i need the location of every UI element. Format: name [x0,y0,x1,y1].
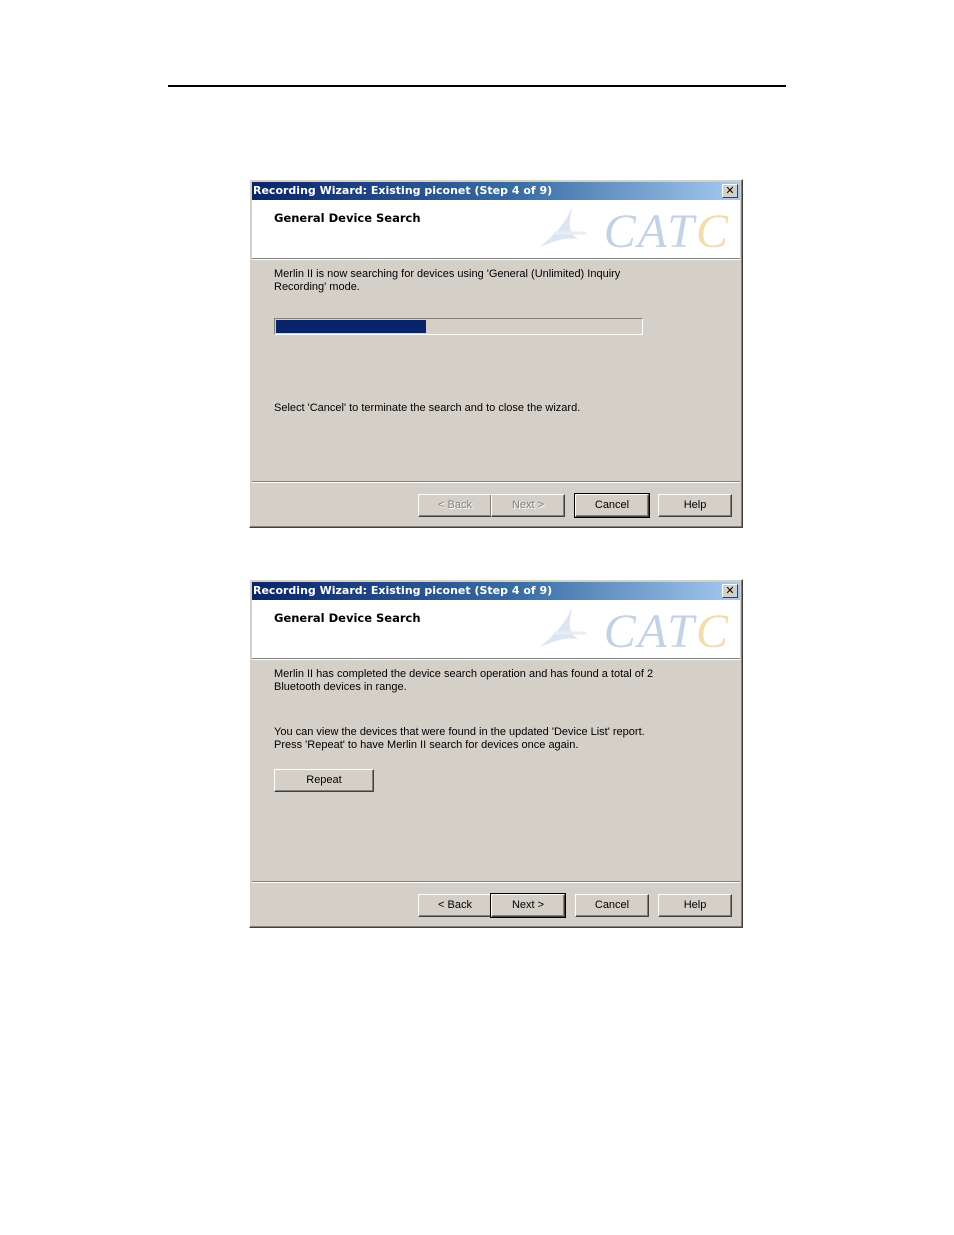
logo-wordmark: CATC [603,605,730,658]
search-progress-fill [276,320,426,333]
cancel-instruction-text: Select 'Cancel' to terminate the search … [274,402,581,414]
dialog-titlebar[interactable]: Recording Wizard: Existing piconet (Step… [252,582,740,600]
wizard-step-title: General Device Search [274,211,421,225]
dialog-title: Recording Wizard: Existing piconet (Step… [253,584,553,597]
info-text-line1: You can view the devices that were found… [274,726,645,738]
search-progress-bar [274,318,643,335]
dialog-titlebar[interactable]: Recording Wizard: Existing piconet (Step… [252,182,740,200]
info-text-line2: Press 'Repeat' to have Merlin II search … [274,739,579,751]
wizard-dialog-completed: Recording Wizard: Existing piconet (Step… [249,579,743,928]
wizard-header: General Device Search CATC [252,600,740,659]
help-button[interactable]: Help [658,494,732,517]
wizard-dialog-searching: Recording Wizard: Existing piconet (Step… [249,179,743,528]
result-text-line1: Merlin II has completed the device searc… [274,668,654,680]
back-button[interactable]: < Back [418,494,492,517]
close-icon[interactable]: ✕ [722,184,738,198]
wizard-header: General Device Search CATC [252,200,740,259]
logo-wordmark: CATC [603,205,730,258]
status-text-line2: Recording' mode. [274,281,360,293]
result-text-line2: Bluetooth devices in range. [274,681,407,693]
cancel-button[interactable]: Cancel [575,894,649,917]
wizard-step-title: General Device Search [274,611,421,625]
next-button[interactable]: Next > [491,494,565,517]
footer-separator [252,881,740,883]
cancel-button[interactable]: Cancel [574,493,650,518]
next-button[interactable]: Next > [490,893,566,918]
page-top-rule [168,85,786,87]
dialog-title: Recording Wizard: Existing piconet (Step… [253,184,553,197]
close-icon[interactable]: ✕ [722,584,738,598]
catc-logo: CATC [526,603,736,658]
help-button[interactable]: Help [658,894,732,917]
back-button[interactable]: < Back [418,894,492,917]
status-text-line1: Merlin II is now searching for devices u… [274,268,621,280]
repeat-button[interactable]: Repeat [274,769,374,792]
catc-logo: CATC [526,203,736,258]
footer-separator [252,481,740,483]
